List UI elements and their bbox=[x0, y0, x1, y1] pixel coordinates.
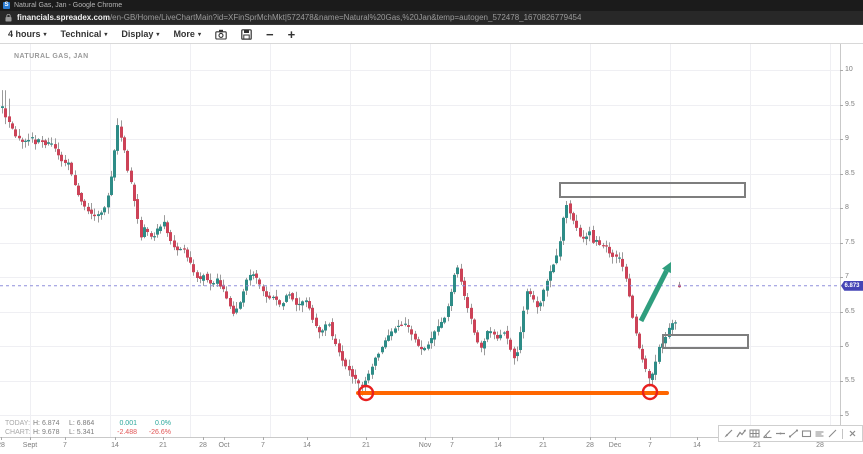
y-axis-label: 8 bbox=[845, 204, 849, 211]
more-dropdown[interactable]: More ▾ bbox=[173, 29, 201, 39]
window-titlebar[interactable]: S Natural Gas, Jan - Google Chrome bbox=[0, 0, 863, 11]
y-axis-label: 7 bbox=[845, 273, 849, 280]
chart-low: L: 5.341 bbox=[69, 428, 105, 437]
resistance-zone-box[interactable] bbox=[560, 183, 745, 197]
timeframe-dropdown[interactable]: 4 hours ▾ bbox=[8, 29, 47, 39]
today-high: H: 6.874 bbox=[33, 419, 69, 428]
x-axis-label: 28 bbox=[0, 442, 5, 449]
technical-dropdown[interactable]: Technical ▾ bbox=[61, 29, 108, 39]
x-axis-label: 7 bbox=[450, 442, 454, 449]
segment-icon[interactable] bbox=[788, 428, 799, 440]
browser-window: S Natural Gas, Jan - Google Chrome finan… bbox=[0, 0, 863, 454]
y-axis-label: 9 bbox=[845, 135, 849, 142]
pen-icon[interactable] bbox=[723, 428, 734, 440]
x-axis-label: 14 bbox=[111, 442, 119, 449]
chevron-down-icon: ▾ bbox=[44, 31, 47, 38]
save-icon[interactable] bbox=[241, 29, 252, 40]
polyline-icon[interactable] bbox=[736, 428, 747, 440]
today-low: L: 6.864 bbox=[69, 419, 105, 428]
zoom-in-button[interactable]: + bbox=[288, 28, 296, 41]
chart-toolbar: 4 hours ▾ Technical ▾ Display ▾ More ▾ −… bbox=[0, 25, 863, 44]
x-axis-label: 21 bbox=[159, 442, 167, 449]
x-axis-label: 28 bbox=[586, 442, 594, 449]
x-axis-label: 21 bbox=[753, 442, 761, 449]
y-axis-label: 6.5 bbox=[845, 308, 855, 315]
x-axis-label: 14 bbox=[693, 442, 701, 449]
y-axis-label: 10 bbox=[845, 66, 853, 73]
grid-icon[interactable] bbox=[749, 428, 760, 440]
chevron-down-icon: ▾ bbox=[156, 31, 159, 38]
x-axis-label: 7 bbox=[648, 442, 652, 449]
zoom-out-button[interactable]: − bbox=[266, 28, 274, 41]
chevron-down-icon: ▾ bbox=[198, 31, 201, 38]
x-axis-label: 28 bbox=[816, 442, 824, 449]
chart-high: H: 9.678 bbox=[33, 428, 69, 437]
chart-change-pct: -26.6% bbox=[137, 428, 171, 437]
chart-stats-row: CHART: H: 9.678 L: 5.341 -2.488 -26.6% bbox=[5, 428, 171, 437]
x-axis-label: Dec bbox=[609, 442, 621, 449]
horizontal-line-icon[interactable] bbox=[775, 428, 786, 440]
chart-annotations bbox=[0, 44, 863, 454]
x-axis-label: 7 bbox=[63, 442, 67, 449]
x-axis-label: 14 bbox=[303, 442, 311, 449]
x-axis-label: 21 bbox=[362, 442, 370, 449]
spreadex-favicon: S bbox=[3, 2, 10, 9]
breakout-zone-box[interactable] bbox=[663, 335, 748, 348]
url-bar[interactable]: financials.spreadex.com/en-GB/Home/LiveC… bbox=[0, 11, 863, 25]
x-axis-label: Nov bbox=[419, 442, 431, 449]
url-text[interactable]: financials.spreadex.com/en-GB/Home/LiveC… bbox=[17, 13, 581, 22]
x-axis-label: 21 bbox=[539, 442, 547, 449]
rectangle-icon[interactable] bbox=[801, 428, 812, 440]
today-change: 0.001 bbox=[105, 419, 137, 428]
x-axis-label: 28 bbox=[199, 442, 207, 449]
current-price-badge: 6.873 bbox=[841, 281, 863, 291]
x-axis-label: Oct bbox=[219, 442, 230, 449]
projection-arrow-shaft[interactable] bbox=[641, 271, 666, 321]
chevron-down-icon: ▾ bbox=[104, 31, 107, 38]
x-axis-label: Sept bbox=[23, 442, 37, 449]
close-icon[interactable] bbox=[847, 428, 858, 440]
url-domain: financials.spreadex.com bbox=[17, 13, 110, 22]
angle-icon[interactable] bbox=[762, 428, 773, 440]
chart-change: -2.488 bbox=[105, 428, 137, 437]
y-axis-label: 7.5 bbox=[845, 239, 855, 246]
drawing-toolbar bbox=[718, 425, 863, 442]
line-icon[interactable] bbox=[827, 428, 838, 440]
toolbar-divider bbox=[842, 429, 843, 439]
today-change-pct: 0.0% bbox=[137, 419, 171, 428]
lock-icon bbox=[5, 14, 12, 22]
today-stats-row: TODAY: H: 6.874 L: 6.864 0.001 0.0% bbox=[5, 419, 171, 428]
url-path: /en-GB/Home/LiveChartMain?id=XFinSprMchM… bbox=[110, 13, 582, 22]
chart-area: NATURAL GAS, JAN 109.598.587.576.565.55 … bbox=[0, 44, 863, 454]
y-axis-label: 6 bbox=[845, 342, 849, 349]
display-dropdown[interactable]: Display ▾ bbox=[121, 29, 159, 39]
window-title: Natural Gas, Jan - Google Chrome bbox=[14, 2, 122, 9]
session-stats: TODAY: H: 6.874 L: 6.864 0.001 0.0% CHAR… bbox=[5, 419, 171, 437]
x-axis-label: 7 bbox=[261, 442, 265, 449]
y-axis-label: 5.5 bbox=[845, 377, 855, 384]
annotation-icon[interactable] bbox=[814, 428, 825, 440]
x-axis-label: 14 bbox=[494, 442, 502, 449]
y-axis-label: 5 bbox=[845, 411, 849, 418]
y-axis-label: 8.5 bbox=[845, 170, 855, 177]
y-axis-label: 9.5 bbox=[845, 101, 855, 108]
camera-icon[interactable] bbox=[215, 29, 227, 40]
